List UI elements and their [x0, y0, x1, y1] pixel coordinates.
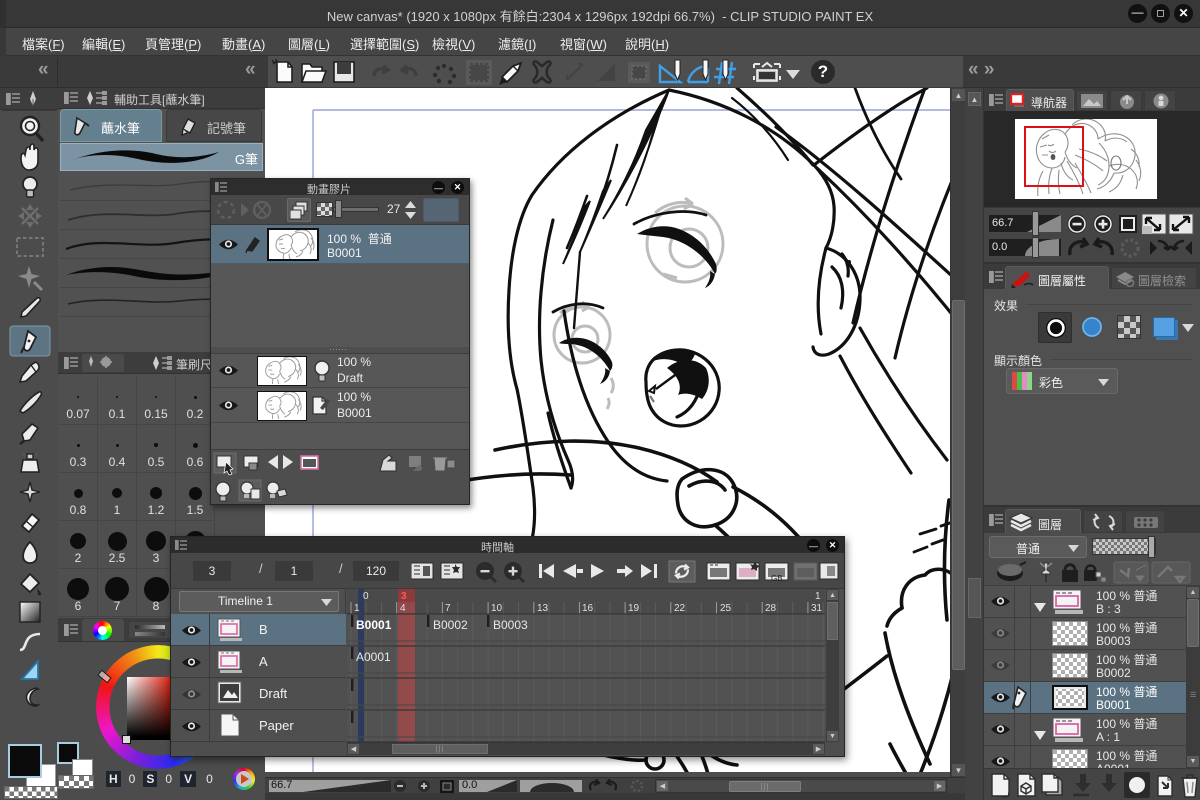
svg-text:B0003: B0003	[493, 618, 528, 632]
svg-text:1: 1	[354, 603, 360, 614]
svg-text:16: 16	[582, 603, 594, 614]
svg-text:25: 25	[720, 603, 732, 614]
svg-text:3: 3	[401, 591, 407, 602]
svg-text:28: 28	[765, 603, 777, 614]
svg-text:13: 13	[537, 603, 549, 614]
svg-text:22: 22	[674, 603, 686, 614]
svg-text:A0001: A0001	[356, 650, 391, 664]
svg-text:1: 1	[815, 591, 821, 602]
svg-text:0: 0	[363, 591, 369, 602]
svg-text:31: 31	[811, 603, 823, 614]
svg-text:19: 19	[628, 603, 640, 614]
svg-text:10: 10	[491, 603, 503, 614]
svg-text:4: 4	[400, 603, 406, 614]
svg-text:7: 7	[445, 603, 451, 614]
svg-text:B0001: B0001	[356, 618, 392, 632]
svg-text:B0002: B0002	[433, 618, 468, 632]
svg-text:GB: GB	[771, 574, 783, 583]
